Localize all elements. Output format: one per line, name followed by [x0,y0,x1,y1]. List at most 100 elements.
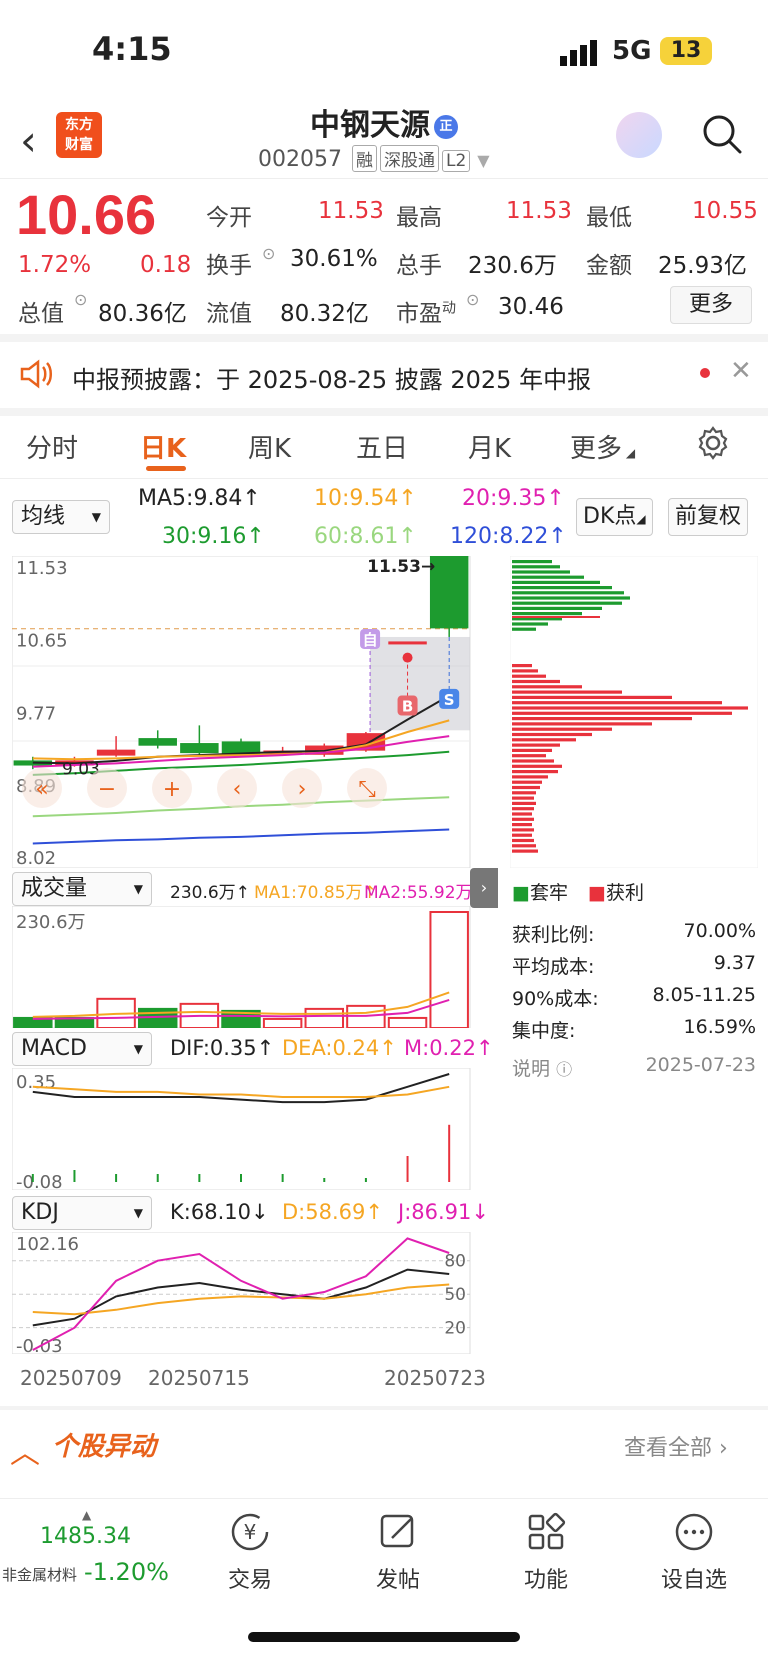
chip-bar-trap [512,627,536,631]
tab-weekly[interactable]: 周K [248,428,291,465]
chip-bar-profit [512,796,534,800]
index-value[interactable]: 1485.34 [40,1524,131,1549]
dk-point-button[interactable]: DK点◢ [576,498,653,536]
candle-body [138,738,177,746]
chip-bar-trap [512,591,624,595]
tab-more[interactable]: 更多 ◢ [570,428,635,465]
nav-functions[interactable]: 功能 [496,1510,596,1594]
float-value: 80.32亿 [280,301,369,327]
macd-select[interactable]: MACD ▼ [12,1032,152,1066]
high-value: 11.53 [506,198,572,224]
chip-bar-profit [512,722,652,726]
chip-bar-profit [512,711,732,715]
chip-distribution-chart [510,556,758,868]
notice-text[interactable]: 中报预披露：于 2025-08-25 披露 2025 年中报 [72,360,591,395]
dea-label: DEA:0.24↑ [282,1036,397,1060]
legend-profit: 获利 [605,882,644,904]
close-icon[interactable]: ✕ [730,356,752,386]
badge-icon: 正 [434,114,458,139]
expand-icon[interactable]: › [470,868,498,908]
chip-bar-profit [512,679,560,684]
amount-label: 金额 [586,253,632,279]
candlestick-chart[interactable]: 11.5310.659.778.898.0211.53→9.03自BS«−+‹›… [12,556,500,868]
more-button[interactable]: 更多 [670,286,752,324]
chip-bar-profit [512,780,542,784]
gear-icon[interactable] [696,426,730,460]
nav-post[interactable]: 发帖 [348,1510,448,1594]
volume-bar [429,911,469,1028]
info-icon[interactable]: ⊙ [262,244,275,263]
indicator-select[interactable]: 均线 ▼ [12,500,110,534]
ma20-label: 20:9.35↑ [462,486,565,511]
view-all-link[interactable]: 查看全部 › [624,1430,728,1462]
tab-intraday[interactable]: 分时 [26,428,78,465]
chart-control-icon: « [35,777,48,802]
divider [0,1406,768,1410]
adjust-button[interactable]: 前复权 [668,498,749,536]
chip-bar-profit [512,748,552,752]
tab-monthly[interactable]: 月K [468,428,511,465]
chip-stat-row: 平均成本: 9.37 [512,952,756,978]
moving-average-line [32,828,450,845]
chip-bar-profit [512,812,532,816]
volume-bar [304,1007,345,1028]
high-label: 最高 [396,205,442,231]
chip-bar-profit [512,844,536,848]
nav-trade[interactable]: ¥ 交易 [200,1510,300,1594]
kdj-select[interactable]: KDJ ▼ [12,1196,152,1230]
chart-control-icon: ⤡ [358,777,376,802]
chip-bar-profit [512,727,612,731]
volume-ma2-label: MA2:55.92万↑ [364,883,487,903]
chevron-down-icon: ▼ [477,151,490,170]
volume-value-label: 230.6万↑ [170,883,250,903]
divider [0,478,768,479]
chip-note-row[interactable]: 说明 ⓘ 2025-07-23 [512,1054,756,1081]
tag-connect: 深股通 [379,145,439,172]
candle-body [429,556,469,629]
unread-dot [700,368,710,378]
chip-bar-profit [512,759,554,763]
chip-bar-profit [512,801,536,805]
tab-daily[interactable]: 日K [140,428,186,465]
date-label-end: 20250723 [384,1366,486,1390]
nav-add-watchlist[interactable]: 设自选 [644,1510,744,1594]
chip-bar-profit [512,775,548,779]
more-icon [675,1513,713,1551]
chip-bar-profit [512,849,538,853]
mktcap-label: 总值 [18,301,64,327]
search-icon[interactable] [702,114,742,154]
m-label: M:0.22↑ [404,1036,494,1060]
assistant-avatar[interactable] [616,112,662,158]
volume-select[interactable]: 成交量 ▼ [12,872,152,906]
info-icon[interactable]: ⊙ [466,290,479,309]
mktcap-value: 80.36亿 [98,301,187,327]
date-label-start: 20250709 [20,1366,122,1390]
chart-control-icon: + [163,777,181,802]
status-time: 4:15 [92,30,172,68]
index-pct[interactable]: -1.20% [84,1558,169,1586]
chip-bar-profit [512,817,534,821]
chevron-up-icon[interactable]: ︿ [10,1428,40,1472]
high-marker-label: 11.53→ [367,557,435,577]
dif-label: DIF:0.35↑ [170,1036,275,1060]
chip-bar-trap [512,622,548,626]
volume-value: 230.6万 [468,253,557,279]
info-icon[interactable]: ⊙ [74,290,87,309]
y-axis-label: 230.6万 [16,912,86,933]
candle-body [96,749,136,756]
macd-chart[interactable]: 0.35 -0.08 [12,1068,500,1190]
kdj-chart[interactable]: 805020102.16-0.03 [12,1232,500,1354]
chart-frame [12,1068,471,1190]
battery-icon: 13 [660,37,712,65]
volume-chart[interactable]: 230.6万 [12,906,500,1028]
stock-code-row[interactable]: 002057 融深股通 L2 ▼ [258,145,490,172]
divider [0,334,768,342]
chip-bar-profit [512,833,532,837]
chip-bar-profit [512,690,622,694]
index-name[interactable]: 非金属材料 [2,1564,77,1585]
y-axis-label: 10.65 [16,631,68,652]
signal-icon [560,40,597,66]
tab-five-day[interactable]: 五日 [356,428,408,465]
svg-text:¥: ¥ [244,1520,257,1544]
chip-bar-profit [512,695,672,699]
